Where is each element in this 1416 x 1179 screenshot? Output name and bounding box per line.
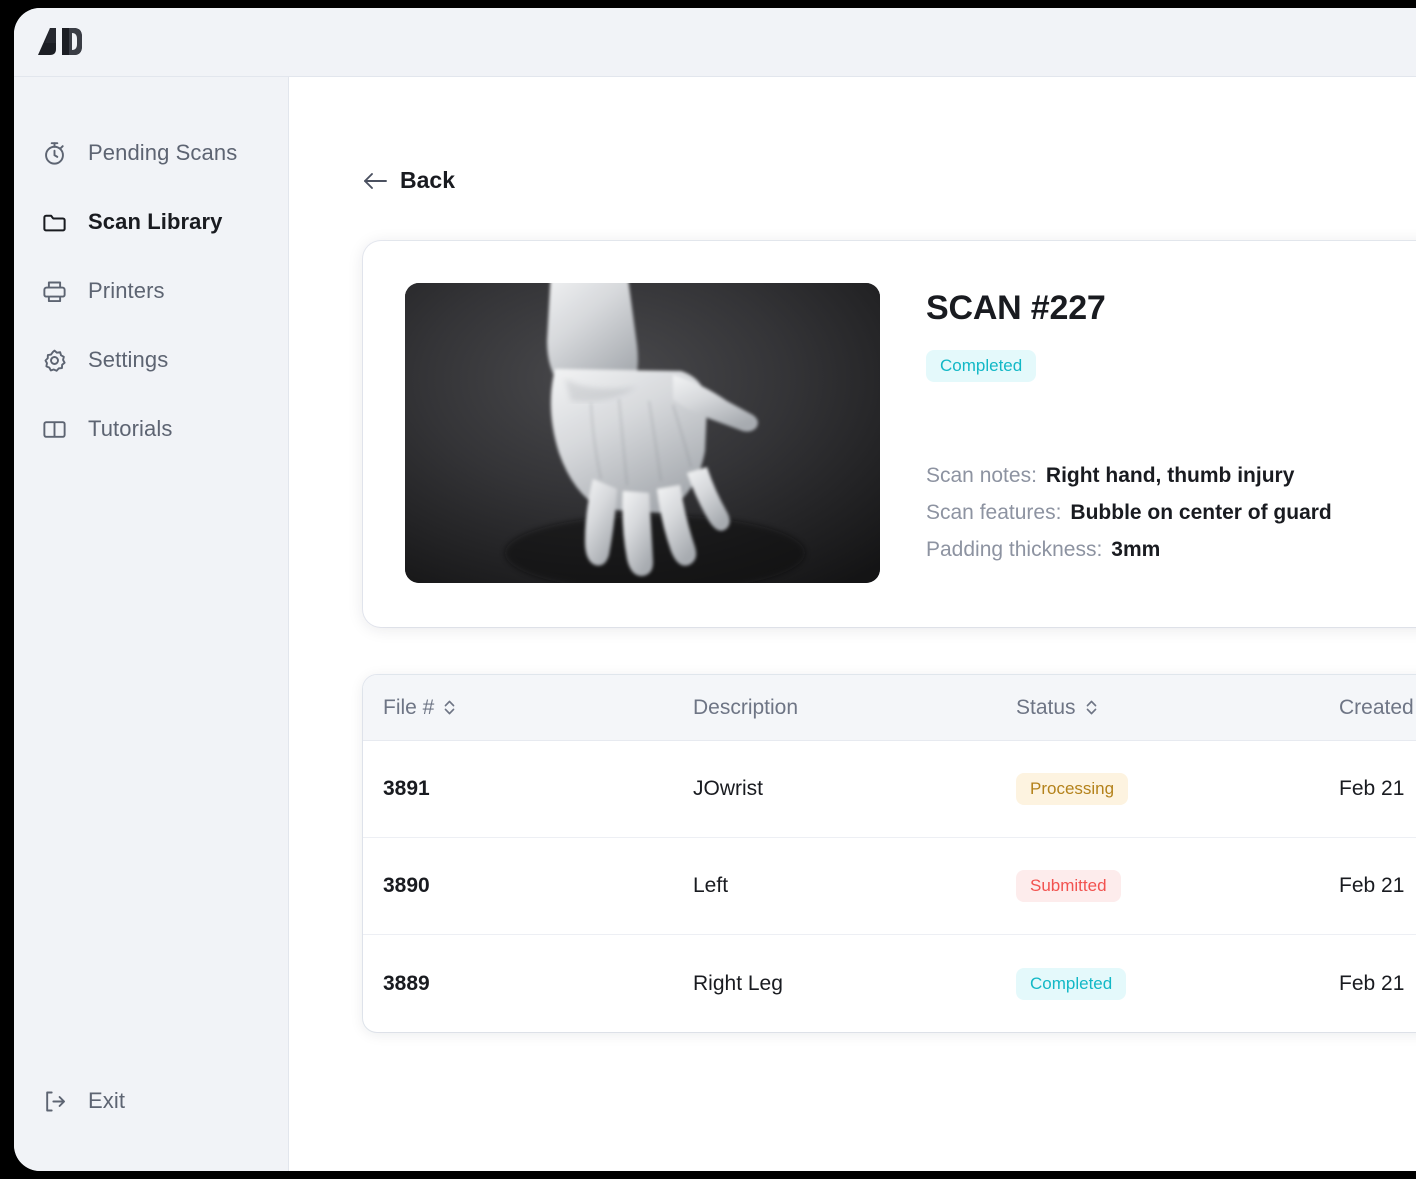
- sidebar-item-settings[interactable]: Settings: [14, 336, 288, 384]
- meta-value: Right hand, thumb injury: [1045, 464, 1295, 487]
- column-header-label: Status: [1016, 695, 1076, 719]
- page-title: SCAN #227: [926, 289, 1106, 327]
- book-icon: [41, 416, 68, 443]
- scan-detail-info: SCAN #227 Completed Scan notes: Right ha…: [926, 283, 1416, 583]
- sidebar-item-label: Tutorials: [88, 416, 173, 441]
- sidebar-item-label: Printers: [88, 278, 165, 303]
- body-split: Pending Scans Scan Library Printers Sett…: [14, 77, 1416, 1171]
- meta-row-scan-notes: Scan notes: Right hand, thumb injury: [926, 464, 1416, 488]
- sidebar-item-tutorials[interactable]: Tutorials: [14, 405, 288, 453]
- meta-value: 3mm: [1111, 538, 1161, 561]
- cell-description: JOwrist: [693, 777, 763, 800]
- cell-file: 3889: [383, 971, 430, 995]
- sidebar-item-label: Exit: [88, 1088, 126, 1113]
- table-row[interactable]: 3891 JOwrist Processing Feb 21: [363, 741, 1416, 838]
- cell-status: Completed: [1016, 967, 1339, 1000]
- top-bar: [14, 8, 1416, 77]
- arrow-left-icon: [363, 170, 388, 192]
- table-header-row: File # Description Status Created: [363, 675, 1416, 741]
- meta-label: Scan notes:: [926, 464, 1037, 487]
- cell-description: Left: [693, 874, 729, 897]
- sidebar-item-exit[interactable]: Exit: [14, 1077, 288, 1125]
- cell-file: 3890: [383, 874, 430, 897]
- sort-icon: [442, 698, 457, 717]
- back-button[interactable]: Back: [363, 167, 455, 194]
- meta-label: Scan features:: [926, 501, 1062, 524]
- column-header-created: Created: [1339, 696, 1416, 720]
- table-row[interactable]: 3890 Left Submitted Feb 21: [363, 838, 1416, 935]
- column-header-label: File #: [383, 695, 435, 719]
- cell-created: Feb 21: [1339, 874, 1405, 897]
- exit-icon: [41, 1088, 68, 1115]
- jo-logo-icon[interactable]: [36, 24, 88, 60]
- scan-thumbnail[interactable]: [405, 283, 880, 583]
- sidebar-item-printers[interactable]: Printers: [14, 267, 288, 315]
- folder-icon: [41, 209, 68, 236]
- status-badge: Completed: [926, 350, 1037, 382]
- sort-icon: [1084, 698, 1099, 717]
- status-badge: Submitted: [1016, 870, 1121, 902]
- scan-detail-card: SCAN #227 Completed Scan notes: Right ha…: [363, 241, 1416, 627]
- sidebar-item-label: Scan Library: [88, 209, 223, 234]
- column-header-description: Description: [693, 696, 1016, 720]
- cell-created: Feb 21: [1339, 971, 1405, 995]
- column-header-status[interactable]: Status: [1016, 696, 1339, 720]
- table-row[interactable]: 3889 Right Leg Completed Feb 21: [363, 935, 1416, 1032]
- meta-value: Bubble on center of guard: [1070, 501, 1332, 524]
- app-window: Pending Scans Scan Library Printers Sett…: [14, 8, 1416, 1171]
- stopwatch-icon: [41, 140, 68, 167]
- main-content: Back SCAN #227 Completed Scan notes: Rig…: [289, 77, 1416, 1171]
- column-header-label: Description: [693, 695, 799, 719]
- meta-row-scan-features: Scan features: Bubble on center of guard: [926, 501, 1416, 525]
- scan-meta-list: Scan notes: Right hand, thumb injury Sca…: [926, 464, 1416, 562]
- meta-row-padding-thickness: Padding thickness: 3mm: [926, 538, 1416, 562]
- cell-file: 3891: [383, 777, 430, 800]
- scan-files-table: File # Description Status Created 3891 J…: [363, 675, 1416, 1032]
- status-badge: Completed: [1016, 967, 1127, 1000]
- meta-label: Padding thickness:: [926, 538, 1103, 561]
- back-label: Back: [400, 167, 455, 193]
- sidebar: Pending Scans Scan Library Printers Sett…: [14, 77, 289, 1171]
- sidebar-item-label: Pending Scans: [88, 140, 238, 165]
- column-header-label: Created: [1339, 695, 1414, 719]
- status-badge: Processing: [1016, 773, 1129, 805]
- printer-icon: [41, 278, 68, 305]
- sidebar-item-pending-scans[interactable]: Pending Scans: [14, 129, 288, 177]
- sidebar-item-scan-library[interactable]: Scan Library: [14, 198, 288, 246]
- cell-description: Right Leg: [693, 971, 783, 995]
- column-header-file[interactable]: File #: [363, 696, 693, 720]
- cell-status: Submitted: [1016, 870, 1339, 902]
- sidebar-item-label: Settings: [88, 347, 169, 372]
- cell-status: Processing: [1016, 773, 1339, 805]
- gear-icon: [41, 347, 68, 374]
- cell-created: Feb 21: [1339, 777, 1405, 800]
